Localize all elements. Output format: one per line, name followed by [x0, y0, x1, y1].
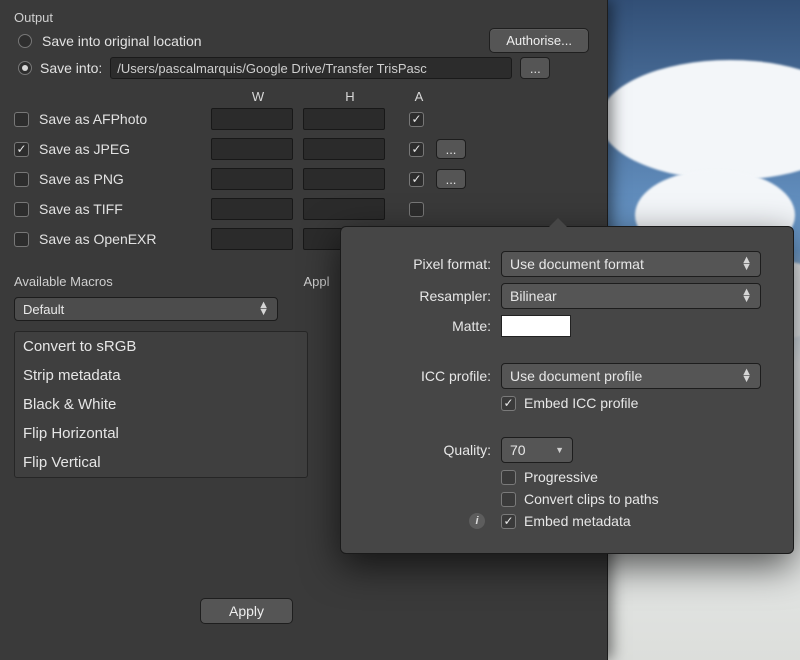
progressive-label: Progressive	[524, 469, 598, 485]
resampler-label: Resampler:	[345, 288, 501, 304]
icc-profile-value: Use document profile	[510, 368, 642, 384]
radio-save-into[interactable]	[18, 61, 32, 75]
col-h: H	[304, 89, 396, 104]
browse-path-button[interactable]: ...	[520, 57, 550, 79]
format-checkbox[interactable]	[14, 142, 29, 157]
macro-list-item[interactable]: Strip metadata	[15, 361, 307, 390]
radio-save-original[interactable]	[18, 34, 32, 48]
height-input[interactable]	[303, 108, 385, 130]
format-checkbox[interactable]	[14, 112, 29, 127]
format-checkbox[interactable]	[14, 202, 29, 217]
aspect-checkbox[interactable]	[409, 142, 424, 157]
format-label: Save as AFPhoto	[39, 111, 211, 127]
select-stepper-icon: ▲▼	[741, 369, 752, 383]
format-row: Save as TIFF	[14, 194, 593, 224]
output-heading: Output	[14, 10, 593, 25]
width-input[interactable]	[211, 198, 293, 220]
macro-preset-value: Default	[23, 302, 64, 317]
height-input[interactable]	[303, 168, 385, 190]
pixel-format-label: Pixel format:	[345, 256, 501, 272]
quality-select[interactable]: 70 ▼	[501, 437, 573, 463]
embed-icc-checkbox[interactable]	[501, 396, 516, 411]
format-label: Save as PNG	[39, 171, 211, 187]
select-stepper-icon: ▲▼	[258, 302, 269, 316]
format-checkbox[interactable]	[14, 232, 29, 247]
info-icon[interactable]: i	[469, 513, 485, 529]
jpeg-options-popover: Pixel format: Use document format ▲▼ Res…	[340, 226, 794, 554]
macro-list: Convert to sRGBStrip metadataBlack & Whi…	[14, 331, 308, 478]
format-checkbox[interactable]	[14, 172, 29, 187]
width-input[interactable]	[211, 108, 293, 130]
format-row: Save as PNG...	[14, 164, 593, 194]
quality-value: 70	[510, 442, 526, 458]
matte-label: Matte:	[345, 318, 501, 334]
icc-profile-label: ICC profile:	[345, 368, 501, 384]
available-macros-label: Available Macros	[14, 274, 304, 289]
format-options-button[interactable]: ...	[436, 139, 466, 159]
format-label: Save as OpenEXR	[39, 231, 211, 247]
convert-clips-checkbox[interactable]	[501, 492, 516, 507]
embed-icc-label: Embed ICC profile	[524, 395, 638, 411]
radio-save-original-label: Save into original location	[42, 33, 202, 49]
macro-list-item[interactable]: Convert to sRGB	[15, 332, 307, 361]
format-label: Save as TIFF	[39, 201, 211, 217]
pixel-format-value: Use document format	[510, 256, 644, 272]
macro-preset-select[interactable]: Default ▲▼	[14, 297, 278, 321]
aspect-checkbox[interactable]	[409, 202, 424, 217]
save-path-field[interactable]: /Users/pascalmarquis/Google Drive/Transf…	[110, 57, 512, 79]
resampler-select[interactable]: Bilinear ▲▼	[501, 283, 761, 309]
matte-color-swatch[interactable]	[501, 315, 571, 337]
progressive-checkbox[interactable]	[501, 470, 516, 485]
authorise-button[interactable]: Authorise...	[489, 28, 589, 53]
format-row: Save as AFPhoto	[14, 104, 593, 134]
width-input[interactable]	[211, 168, 293, 190]
quality-label: Quality:	[345, 442, 501, 458]
col-w: W	[212, 89, 304, 104]
chevron-down-icon: ▼	[555, 445, 564, 455]
macro-list-item[interactable]: Black & White	[15, 390, 307, 419]
embed-metadata-checkbox[interactable]	[501, 514, 516, 529]
height-input[interactable]	[303, 138, 385, 160]
format-row: Save as JPEG...	[14, 134, 593, 164]
embed-metadata-label: Embed metadata	[524, 513, 631, 529]
resampler-value: Bilinear	[510, 288, 557, 304]
icc-profile-select[interactable]: Use document profile ▲▼	[501, 363, 761, 389]
radio-save-into-label: Save into:	[40, 60, 102, 76]
aspect-checkbox[interactable]	[409, 112, 424, 127]
select-stepper-icon: ▲▼	[741, 289, 752, 303]
cloud-decoration	[600, 60, 800, 180]
apply-button[interactable]: Apply	[200, 598, 293, 624]
format-columns-header: W H A	[14, 89, 593, 104]
pixel-format-select[interactable]: Use document format ▲▼	[501, 251, 761, 277]
format-options-button[interactable]: ...	[436, 169, 466, 189]
convert-clips-label: Convert clips to paths	[524, 491, 659, 507]
macro-list-item[interactable]: Flip Horizontal	[15, 419, 307, 448]
height-input[interactable]	[303, 198, 385, 220]
macro-list-item[interactable]: Flip Vertical	[15, 448, 307, 477]
select-stepper-icon: ▲▼	[741, 257, 752, 271]
aspect-checkbox[interactable]	[409, 172, 424, 187]
width-input[interactable]	[211, 138, 293, 160]
col-a: A	[396, 89, 442, 104]
format-label: Save as JPEG	[39, 141, 211, 157]
width-input[interactable]	[211, 228, 293, 250]
